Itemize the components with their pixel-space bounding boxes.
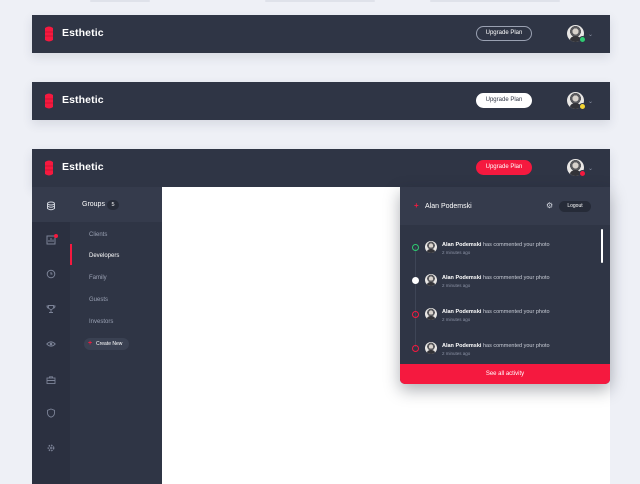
activity-item[interactable]: Alan Podemski has commented your photo 2… bbox=[400, 338, 600, 366]
settings-icon[interactable] bbox=[45, 443, 57, 455]
scrollbar[interactable] bbox=[601, 229, 603, 263]
eye-icon[interactable] bbox=[45, 339, 57, 351]
activity-dropdown: + Alan Podemski ⚙ Logout Alan Podemski h… bbox=[400, 187, 610, 384]
status-busy-indicator bbox=[579, 170, 586, 177]
trophy-icon[interactable] bbox=[45, 304, 57, 316]
groups-count-badge: 5 bbox=[107, 200, 119, 210]
activity-user-name: Alan Podemski bbox=[425, 203, 472, 210]
header-bar-variant-3: Esthetic Upgrade Plan ⌄ bbox=[32, 149, 610, 187]
activity-time: 2 minutes ago bbox=[442, 351, 471, 356]
activity-text: Alan Podemski has commented your photo bbox=[442, 309, 550, 315]
activity-text: Alan Podemski has commented your photo bbox=[442, 343, 550, 349]
user-avatar[interactable] bbox=[567, 25, 586, 43]
upgrade-plan-button[interactable]: Upgrade Plan bbox=[476, 93, 532, 108]
header-bar-variant-1: Esthetic Upgrade Plan ⌄ bbox=[32, 15, 610, 53]
sidebar-icon-rail bbox=[32, 187, 70, 484]
brand-name: Esthetic bbox=[62, 94, 104, 106]
status-away-indicator bbox=[579, 103, 586, 110]
see-all-activity-button[interactable]: See all activity bbox=[400, 364, 610, 384]
logo-icon bbox=[44, 26, 54, 42]
activity-item[interactable]: Alan Podemski has commented your photo 2… bbox=[400, 270, 600, 298]
avatar bbox=[425, 241, 437, 253]
avatar bbox=[425, 274, 437, 286]
status-online-indicator bbox=[579, 36, 586, 43]
gear-icon[interactable]: ⚙ bbox=[546, 201, 553, 210]
user-avatar[interactable] bbox=[567, 92, 586, 110]
activity-time: 2 minutes ago bbox=[442, 250, 471, 255]
avatar bbox=[425, 308, 437, 320]
group-item-guests[interactable]: Guests bbox=[89, 297, 108, 303]
user-avatar[interactable] bbox=[567, 159, 586, 177]
group-item-developers[interactable]: Developers bbox=[89, 253, 119, 259]
timeline-marker-white bbox=[412, 277, 419, 284]
groups-title: Groups bbox=[82, 201, 105, 208]
activity-text: Alan Podemski has commented your photo bbox=[442, 275, 550, 281]
create-new-label: Create New bbox=[96, 341, 123, 347]
logout-button[interactable]: Logout bbox=[559, 201, 591, 212]
activity-header: + Alan Podemski ⚙ Logout bbox=[400, 187, 610, 225]
plus-icon: + bbox=[414, 201, 419, 210]
timeline-marker-red bbox=[412, 311, 419, 318]
create-new-button[interactable]: + Create New bbox=[84, 338, 129, 350]
timeline-marker-red bbox=[412, 345, 419, 352]
plus-icon: + bbox=[88, 340, 93, 347]
brand-name: Esthetic bbox=[62, 161, 104, 173]
groups-panel: Groups 5 Clients Developers Family Guest… bbox=[70, 187, 162, 484]
timeline-marker-green bbox=[412, 244, 419, 251]
activity-time: 2 minutes ago bbox=[442, 317, 471, 322]
chevron-down-icon[interactable]: ⌄ bbox=[588, 98, 593, 105]
group-item-investors[interactable]: Investors bbox=[89, 319, 113, 325]
header-bar-variant-2: Esthetic Upgrade Plan ⌄ bbox=[32, 82, 610, 120]
group-item-clients[interactable]: Clients bbox=[89, 232, 107, 238]
briefcase-icon[interactable] bbox=[45, 375, 57, 387]
activity-time: 2 minutes ago bbox=[442, 283, 471, 288]
database-icon[interactable] bbox=[45, 201, 57, 213]
chevron-down-icon[interactable]: ⌄ bbox=[588, 31, 593, 38]
activity-item[interactable]: Alan Podemski has commented your photo 2… bbox=[400, 237, 600, 265]
active-item-indicator bbox=[70, 244, 72, 265]
avatar bbox=[425, 342, 437, 354]
activity-text: Alan Podemski has commented your photo bbox=[442, 242, 550, 248]
groups-header: Groups 5 bbox=[70, 187, 162, 222]
clock-icon[interactable] bbox=[45, 269, 57, 281]
logo-icon bbox=[44, 160, 54, 176]
upgrade-plan-button[interactable]: Upgrade Plan bbox=[476, 160, 532, 175]
brand-name: Esthetic bbox=[62, 27, 104, 39]
logo-icon bbox=[44, 93, 54, 109]
activity-item[interactable]: Alan Podemski has commented your photo 2… bbox=[400, 304, 600, 332]
notification-badge bbox=[54, 234, 58, 238]
chevron-down-icon[interactable]: ⌄ bbox=[588, 165, 593, 172]
top-edge-fade bbox=[0, 0, 640, 6]
upgrade-plan-button[interactable]: Upgrade Plan bbox=[476, 26, 532, 41]
group-item-family[interactable]: Family bbox=[89, 275, 107, 281]
shield-icon[interactable] bbox=[45, 408, 57, 420]
